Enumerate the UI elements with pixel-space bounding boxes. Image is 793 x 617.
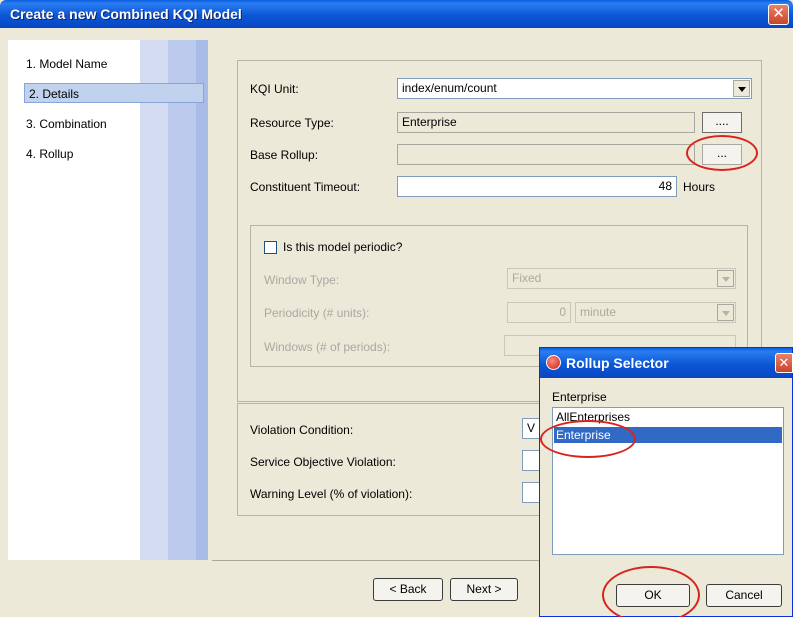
violation-condition-label: Violation Condition: [250,423,354,437]
rollup-selector-titlebar: Rollup Selector ✕ [540,348,793,378]
kqi-unit-value: index/enum/count [402,81,497,95]
nav-decor-stripe [168,40,196,560]
app-icon [546,355,561,370]
resource-type-browse-button[interactable]: .... [702,112,742,133]
kqi-unit-select[interactable]: index/enum/count [397,78,752,99]
periodicity-label: Periodicity (# units): [264,306,370,320]
back-button[interactable]: < Back [373,578,443,601]
periodicity-unit-select: minute [575,302,736,323]
base-rollup-label: Base Rollup: [250,148,319,162]
kqi-unit-label: KQI Unit: [250,82,299,96]
chevron-down-icon [717,304,734,321]
constituent-timeout-input[interactable]: 48 [397,176,677,197]
base-rollup-field [397,144,695,165]
periodic-checkbox[interactable] [264,241,277,254]
chevron-down-icon[interactable] [733,80,750,97]
next-button[interactable]: Next > [450,578,518,601]
resource-type-label: Resource Type: [250,116,334,130]
nav-decor-stripe [196,40,208,560]
warning-level-label: Warning Level (% of violation): [250,487,413,501]
window-type-label: Window Type: [264,273,340,287]
rollup-selector-dialog: Rollup Selector ✕ Enterprise AllEnterpri… [539,347,793,617]
list-item[interactable]: AllEnterprises [554,409,782,425]
dialog-title: Create a new Combined KQI Model [10,6,242,22]
wizard-steps-panel: 1. Model Name 2. Details 3. Combination … [8,40,208,560]
base-rollup-browse-button[interactable]: ... [702,144,742,165]
service-objective-label: Service Objective Violation: [250,455,396,469]
step-details[interactable]: 2. Details [24,83,204,103]
step-rollup[interactable]: 4. Rollup [26,147,73,161]
resource-type-field: Enterprise [397,112,695,133]
window-type-value: Fixed [512,271,542,285]
list-item[interactable]: Enterprise [554,427,782,443]
chevron-down-icon [717,270,734,287]
cancel-button[interactable]: Cancel [706,584,782,607]
step-combination[interactable]: 3. Combination [26,117,107,131]
close-icon[interactable]: ✕ [775,353,793,373]
step-model-name[interactable]: 1. Model Name [26,57,107,71]
dialog-titlebar: Create a new Combined KQI Model ✕ [0,0,793,28]
periodic-checkbox-label: Is this model periodic? [283,240,403,254]
constituent-timeout-label: Constituent Timeout: [250,180,361,194]
periodicity-unit-value: minute [580,305,617,319]
close-icon[interactable]: ✕ [768,4,789,25]
timeout-unit-label: Hours [683,180,716,194]
rollup-selector-title: Rollup Selector [566,355,669,371]
current-rollup-label: Enterprise [552,390,607,404]
ok-button[interactable]: OK [616,584,690,607]
windows-label: Windows (# of periods): [264,340,391,354]
rollup-list[interactable]: AllEnterprises Enterprise [552,407,784,555]
nav-decor-stripe [140,40,168,560]
window-type-select: Fixed [507,268,736,289]
periodicity-input: 0 [507,302,571,323]
